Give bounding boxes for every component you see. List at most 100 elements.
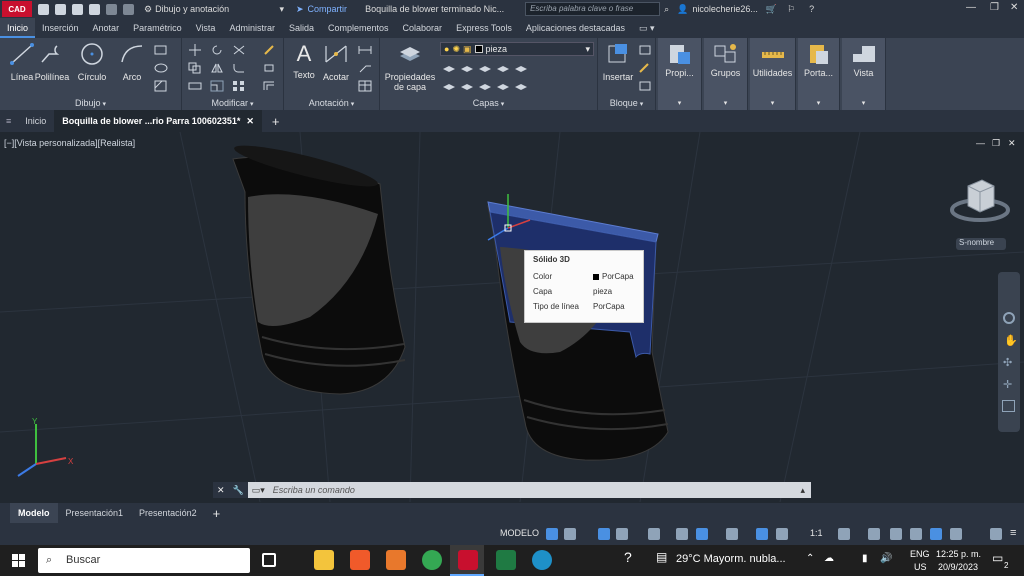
viewcube-ucs-label[interactable]: S-nombre <box>956 238 1006 250</box>
minimize-button[interactable]: — <box>966 2 976 13</box>
layer-tool-10-icon[interactable] <box>514 80 528 92</box>
close-icon[interactable]: ✕ <box>246 110 254 132</box>
command-prompt-icon[interactable]: ▭▾ <box>248 485 269 496</box>
redo-icon[interactable] <box>123 3 134 15</box>
snap-icon[interactable] <box>564 528 576 540</box>
rectangle-icon[interactable] <box>154 44 168 56</box>
tab-aplicaciones-destacadas[interactable]: Aplicaciones destacadas <box>519 18 632 38</box>
quick-properties-icon[interactable] <box>910 528 922 540</box>
add-layout-button[interactable]: + <box>205 506 229 521</box>
tab-layout1[interactable]: Presentación1 <box>58 503 132 523</box>
annotation-monitor-icon[interactable] <box>868 528 880 540</box>
tray-chevron-icon[interactable]: ⌃ <box>806 553 814 564</box>
tab-vista[interactable]: Vista <box>189 18 223 38</box>
dimension-button[interactable]: Acotar <box>314 42 358 82</box>
media-player-icon[interactable] <box>386 550 406 570</box>
cart-icon[interactable]: 🛒 <box>766 4 777 15</box>
scale-icon[interactable] <box>210 80 224 92</box>
tab-model[interactable]: Modelo <box>10 503 58 523</box>
drawing-viewport[interactable]: [−][Vista personalizada][Realista] — ❐ ✕ <box>0 132 1024 502</box>
tab-colaborar[interactable]: Colaborar <box>396 18 450 38</box>
help-icon[interactable]: ? <box>624 549 632 565</box>
panel-bloque-label[interactable]: Bloque <box>598 98 655 108</box>
copy-icon[interactable] <box>188 62 202 74</box>
orbit-icon[interactable]: ✛ <box>1003 378 1012 391</box>
trim-icon[interactable] <box>232 44 246 56</box>
share-button[interactable]: ➤ Compartir <box>296 4 347 15</box>
polar-icon[interactable] <box>616 528 628 540</box>
panel-anotacion-label[interactable]: Anotación <box>284 98 379 108</box>
layer-tool-1-icon[interactable] <box>442 62 456 74</box>
block-edit-icon[interactable] <box>638 62 652 74</box>
layer-tool-6-icon[interactable] <box>442 80 456 92</box>
customization-menu-icon[interactable]: ≡ <box>1010 527 1016 539</box>
workspace-gear-icon[interactable] <box>838 528 850 540</box>
grid-icon[interactable] <box>546 528 558 540</box>
layer-tool-4-icon[interactable] <box>496 62 510 74</box>
notification-icon[interactable]: ▭ <box>992 551 1003 565</box>
annotation-visibility-icon[interactable] <box>756 528 768 540</box>
polyline-button[interactable]: Polilínea <box>30 42 74 82</box>
annotation-scale[interactable]: 1:1 <box>810 528 823 538</box>
arc-button[interactable]: Arco <box>110 42 154 82</box>
tab-document[interactable]: Boquilla de blower ...rio Parra 10060235… <box>54 110 262 132</box>
move-icon[interactable] <box>188 44 202 56</box>
layer-tool-9-icon[interactable] <box>496 80 510 92</box>
panel-dibujo-label[interactable]: Dibujo <box>0 98 181 108</box>
linear-dim-icon[interactable] <box>358 44 372 56</box>
tab-administrar[interactable]: Administrar <box>222 18 282 38</box>
pan-icon[interactable]: ✋ <box>1004 334 1018 347</box>
graphics-performance-icon[interactable] <box>930 528 942 540</box>
share-network-icon[interactable]: ⚐ <box>787 4 795 15</box>
tab-insercion[interactable]: Inserción <box>35 18 86 38</box>
panel-modificar-label[interactable]: Modificar <box>182 98 283 108</box>
search-icon[interactable]: ⌕ <box>664 4 669 15</box>
zoom-extents-icon[interactable]: ✣ <box>1003 356 1012 369</box>
isodraft-icon[interactable] <box>648 528 660 540</box>
autoscale-icon[interactable] <box>776 528 788 540</box>
tab-complementos[interactable]: Complementos <box>321 18 396 38</box>
brave-browser-icon[interactable] <box>350 550 370 570</box>
layer-tool-2-icon[interactable] <box>460 62 474 74</box>
explode-icon[interactable] <box>262 62 276 74</box>
panel-utilidades[interactable]: Utilidades ▾ <box>750 38 796 110</box>
excel-icon[interactable] <box>496 550 516 570</box>
taskbar-search[interactable]: ⌕ Buscar <box>38 548 250 573</box>
save-icon[interactable] <box>55 3 66 15</box>
erase-icon[interactable] <box>262 44 276 56</box>
viewcube[interactable] <box>950 172 1010 232</box>
weather-text[interactable]: 29°C Mayorm. nubla... <box>676 553 786 565</box>
clock-time[interactable]: 12:25 p. m. <box>936 549 981 559</box>
units-icon[interactable] <box>890 528 902 540</box>
selection-cycling-icon[interactable] <box>726 528 738 540</box>
chrome-icon[interactable] <box>422 550 442 570</box>
restore-button[interactable]: ❐ <box>990 2 999 13</box>
task-view-icon[interactable] <box>262 553 276 567</box>
offset-icon[interactable] <box>262 80 276 92</box>
edge-icon[interactable] <box>532 550 552 570</box>
mirror-icon[interactable] <box>210 62 224 74</box>
weather-icon[interactable]: ▤ <box>656 550 667 564</box>
panel-capas-label[interactable]: Capas <box>380 98 597 108</box>
save-as-icon[interactable] <box>72 3 83 15</box>
user-menu[interactable]: 👤 nicolecherie26... <box>677 4 758 15</box>
chevron-up-icon[interactable]: ▴ <box>794 485 811 496</box>
model-space-button[interactable]: MODELO <box>500 528 539 538</box>
clock-date[interactable]: 20/9/2023 <box>938 562 978 572</box>
nozzle-left[interactable] <box>232 138 406 395</box>
nozzle-right[interactable] <box>487 194 669 461</box>
rotate-icon[interactable] <box>210 44 224 56</box>
windows-start-icon[interactable] <box>12 554 25 567</box>
print-icon[interactable] <box>89 3 100 15</box>
panel-portapapeles[interactable]: Porta... ▾ <box>798 38 840 110</box>
osnap-tracking-icon[interactable] <box>676 528 688 540</box>
block-create-icon[interactable] <box>638 44 652 56</box>
block-attr-icon[interactable] <box>638 80 652 92</box>
layer-tool-3-icon[interactable] <box>478 62 492 74</box>
undo-icon[interactable] <box>106 3 117 15</box>
showmotion-icon[interactable] <box>1002 400 1015 412</box>
panel-vista[interactable]: Vista ▾ <box>842 38 886 110</box>
insert-button[interactable]: Insertar <box>596 42 640 82</box>
osnap-icon[interactable] <box>696 528 708 540</box>
hatch-icon[interactable] <box>154 80 168 92</box>
